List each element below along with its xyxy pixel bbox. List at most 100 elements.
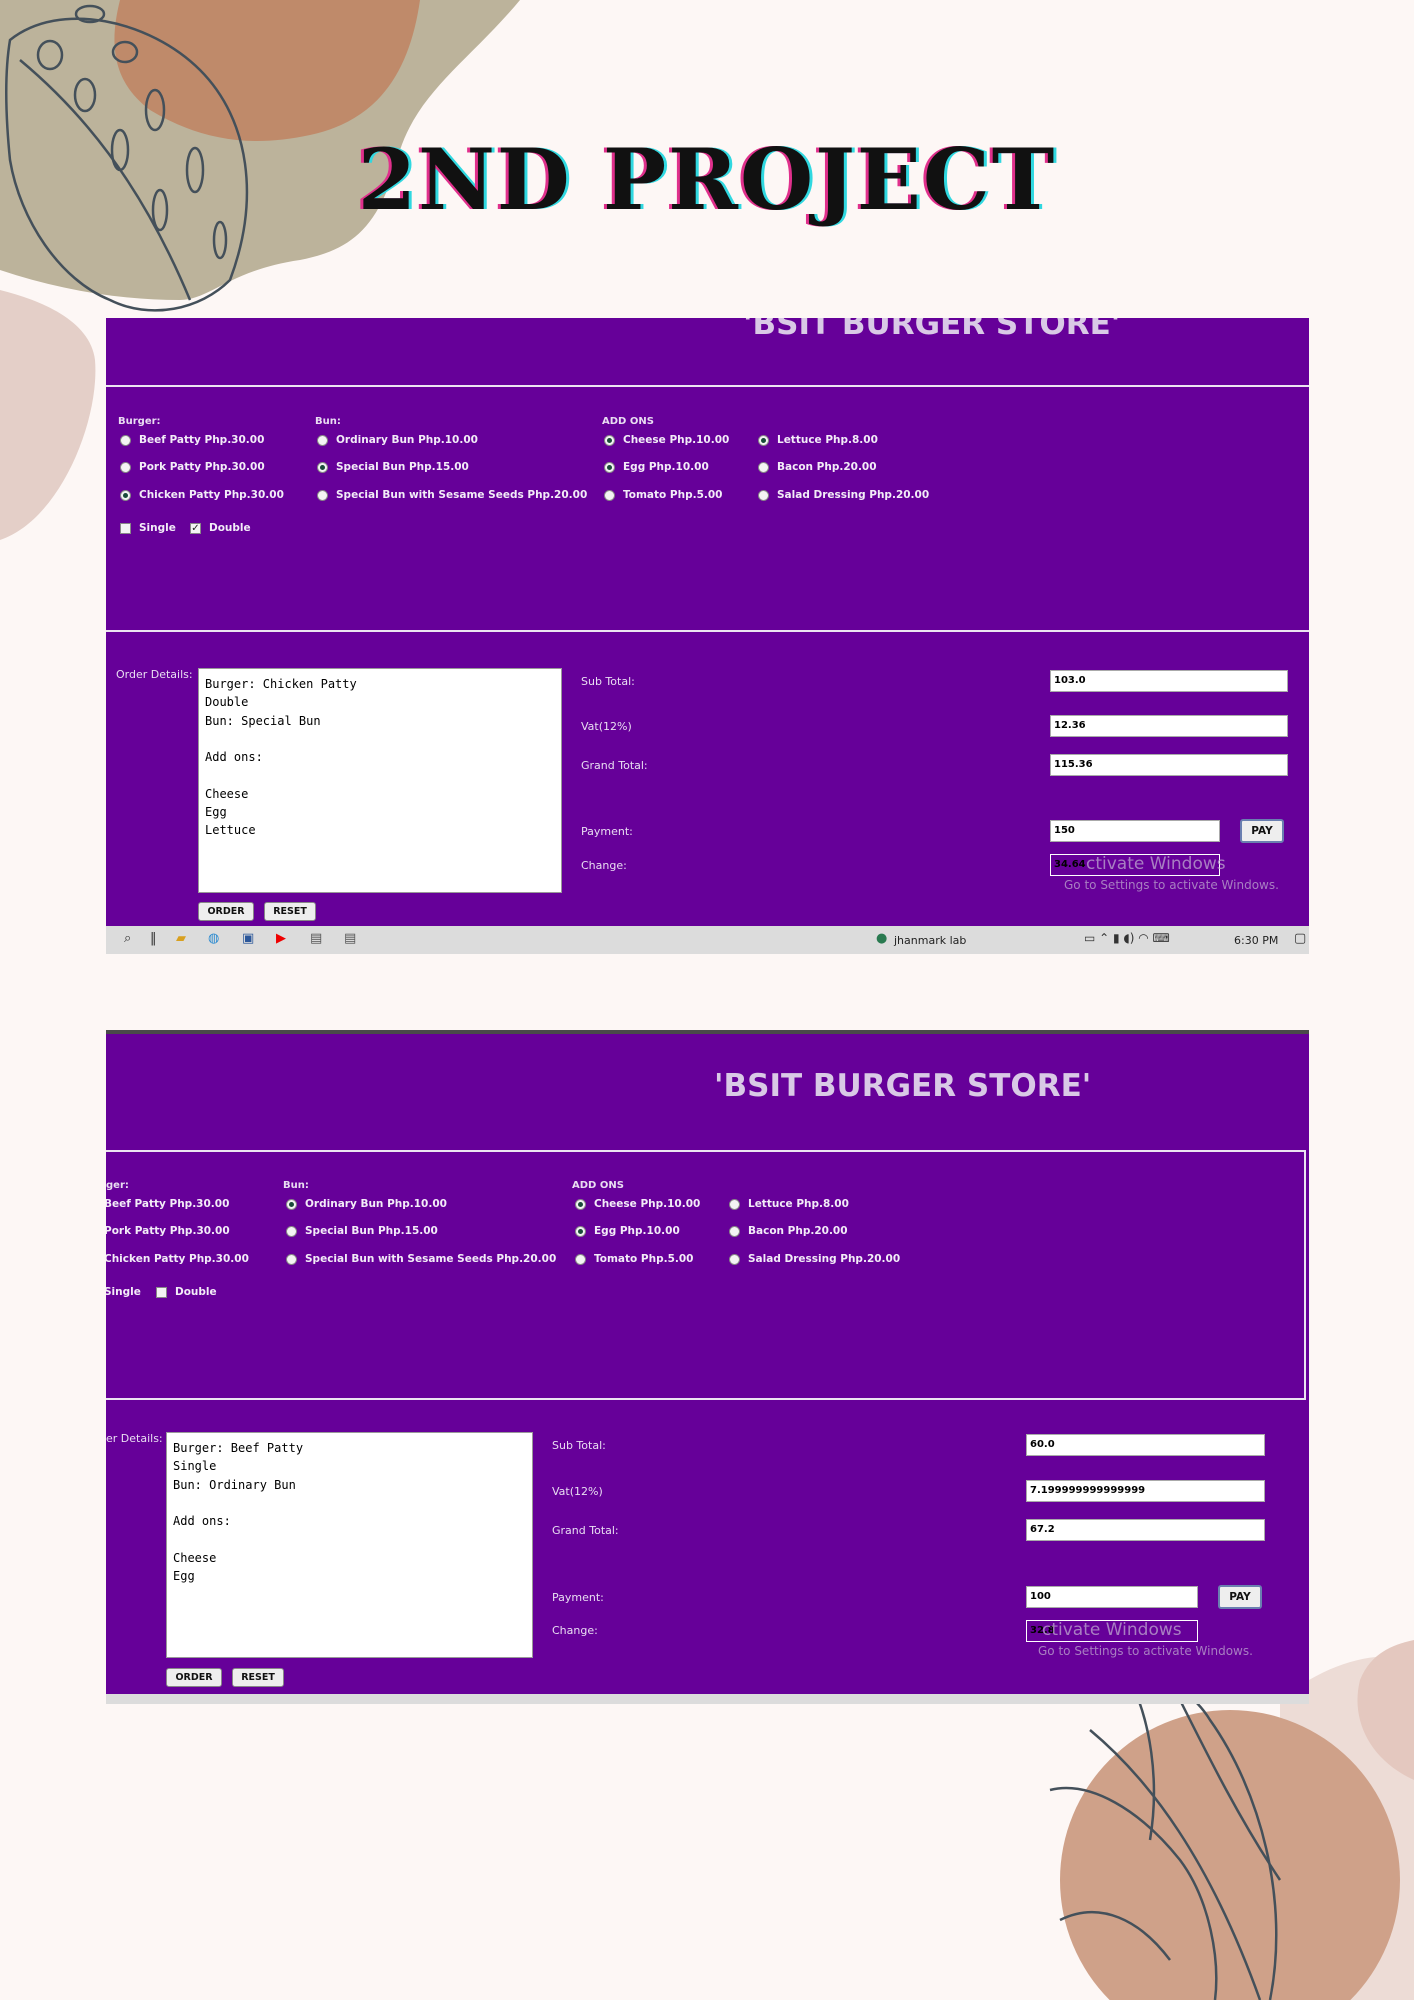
checkbox[interactable] [156,1286,167,1298]
notification-icon[interactable]: ▢ [1294,931,1306,946]
system-tray-icons[interactable]: ▭ ⌃ ▮ ◖) ◠ ⌨ [1084,931,1170,945]
order-details-textarea[interactable]: Burger: Chicken Patty Double Bun: Specia… [198,668,562,893]
addon-bacon[interactable]: Bacon Php.20.00 [758,461,877,473]
bun-option-special[interactable]: Special Bun Php.15.00 [286,1225,438,1237]
radio-button[interactable] [286,1225,297,1237]
order-details-textarea[interactable]: Burger: Beef Patty Single Bun: Ordinary … [166,1432,533,1658]
burger-option-pork[interactable]: Pork Patty Php.30.00 [120,461,265,473]
addon-egg[interactable]: Egg Php.10.00 [604,461,709,473]
activate-windows-watermark-sub: Go to Settings to activate Windows. [1064,878,1279,892]
search-icon[interactable]: ⌕ [124,931,131,946]
vat-field[interactable]: 7.199999999999999 [1026,1480,1265,1502]
pay-button[interactable]: PAY [1218,1585,1262,1609]
radio-button[interactable] [604,434,615,446]
radio-button[interactable] [758,489,769,501]
burger-option-beef[interactable]: Beef Patty Php.30.00 [120,434,264,446]
taskbar-clock: 6:30 PM [1234,934,1279,947]
addon-cheese[interactable]: Cheese Php.10.00 [575,1198,700,1210]
activate-windows-watermark-sub: Go to Settings to activate Windows. [1038,1644,1253,1658]
store-title: 'BSIT BURGER STORE' [714,1068,1092,1104]
sub-total-field[interactable]: 60.0 [1026,1434,1265,1456]
radio-button[interactable] [604,461,615,473]
radio-button[interactable] [758,461,769,473]
burger-option-chicken[interactable]: Chicken Patty Php.30.00 [120,489,284,501]
windows-taskbar: ⌕ ‖ ▰ ◍ ▣ ▶ ▤ ▤ ● jhanmark lab ▭ ⌃ ▮ ◖) … [106,926,1309,954]
radio-button[interactable] [729,1225,740,1237]
bun-option-sesame[interactable]: Special Bun with Sesame Seeds Php.20.00 [286,1253,556,1265]
addon-cheese[interactable]: Cheese Php.10.00 [604,434,729,446]
burger-section-label: ger: [106,1180,129,1191]
radio-button[interactable] [317,434,328,446]
burger-option-beef[interactable]: Beef Patty Php.30.00 [106,1198,229,1210]
bun-option-special[interactable]: Special Bun Php.15.00 [317,461,469,473]
radio-button[interactable] [575,1253,586,1265]
radio-button[interactable] [729,1253,740,1265]
sub-total-label: Sub Total: [581,675,635,688]
checkbox[interactable] [120,522,131,534]
pay-button[interactable]: PAY [1240,819,1284,843]
size-option-single[interactable]: Single [106,1286,141,1298]
java-app-icon[interactable]: ▤ [310,931,322,946]
radio-button[interactable] [120,461,131,473]
radio-button[interactable] [575,1225,586,1237]
bun-option-ordinary[interactable]: Ordinary Bun Php.10.00 [286,1198,447,1210]
addon-salad-dressing[interactable]: Salad Dressing Php.20.00 [729,1253,900,1265]
sub-total-label: Sub Total: [552,1439,606,1452]
radio-button[interactable] [575,1198,586,1210]
order-button[interactable]: ORDER [198,902,254,921]
addon-egg[interactable]: Egg Php.10.00 [575,1225,680,1237]
radio-button[interactable] [604,489,615,501]
burger-section-label: Burger: [118,416,161,427]
page-title: 2ND PROJECT [357,130,1057,229]
reset-button[interactable]: RESET [264,902,316,921]
addon-tomato[interactable]: Tomato Php.5.00 [575,1253,693,1265]
radio-button[interactable] [758,434,769,446]
task-view-icon[interactable]: ‖ [150,931,157,946]
taskbar-user-name: jhanmark lab [894,934,967,947]
order-details-label: er Details: [106,1432,163,1445]
bun-option-ordinary[interactable]: Ordinary Bun Php.10.00 [317,434,478,446]
radio-button[interactable] [729,1198,740,1210]
divider [106,630,1309,632]
size-option-double[interactable]: Double [156,1286,217,1298]
vat-field[interactable]: 12.36 [1050,715,1288,737]
addon-salad-dressing[interactable]: Salad Dressing Php.20.00 [758,489,929,501]
reset-button[interactable]: RESET [232,1668,284,1687]
radio-button[interactable] [120,434,131,446]
user-icon: ● [876,931,888,946]
order-details-label: Order Details: [116,668,193,681]
edge-browser-icon[interactable]: ◍ [208,931,219,946]
payment-label: Payment: [552,1591,604,1604]
radio-button[interactable] [286,1198,297,1210]
order-button[interactable]: ORDER [166,1668,222,1687]
app-screenshot-1: 'BSIT BURGER STORE' Burger: Bun: ADD ONS… [106,318,1309,954]
addon-lettuce[interactable]: Lettuce Php.8.00 [729,1198,849,1210]
addon-tomato[interactable]: Tomato Php.5.00 [604,489,722,501]
radio-button[interactable] [286,1253,297,1265]
size-option-single[interactable]: Single [120,522,176,534]
addon-bacon[interactable]: Bacon Php.20.00 [729,1225,848,1237]
checkbox[interactable]: ✓ [190,522,201,534]
payment-field[interactable]: 100 [1026,1586,1198,1608]
file-explorer-icon[interactable]: ▰ [176,931,186,946]
radio-button[interactable] [317,489,328,501]
addons-section-label: ADD ONS [572,1180,624,1191]
radio-button[interactable] [317,461,328,473]
activate-windows-watermark: ctivate Windows [1086,854,1226,874]
word-icon[interactable]: ▣ [242,931,254,946]
burger-option-pork[interactable]: Pork Patty Php.30.00 [106,1225,230,1237]
grand-total-label: Grand Total: [552,1524,619,1537]
sub-total-field[interactable]: 103.0 [1050,670,1288,692]
payment-field[interactable]: 150 [1050,820,1220,842]
java-app-icon-2[interactable]: ▤ [344,931,356,946]
radio-button[interactable] [120,489,131,501]
grand-total-field[interactable]: 115.36 [1050,754,1288,776]
youtube-icon[interactable]: ▶ [276,931,286,946]
change-label: Change: [581,859,627,872]
size-option-double[interactable]: ✓ Double [190,522,251,534]
grand-total-field[interactable]: 67.2 [1026,1519,1265,1541]
burger-option-chicken[interactable]: Chicken Patty Php.30.00 [106,1253,249,1265]
bun-option-sesame[interactable]: Special Bun with Sesame Seeds Php.20.00 [317,489,587,501]
addon-lettuce[interactable]: Lettuce Php.8.00 [758,434,878,446]
vat-label: Vat(12%) [552,1485,603,1498]
